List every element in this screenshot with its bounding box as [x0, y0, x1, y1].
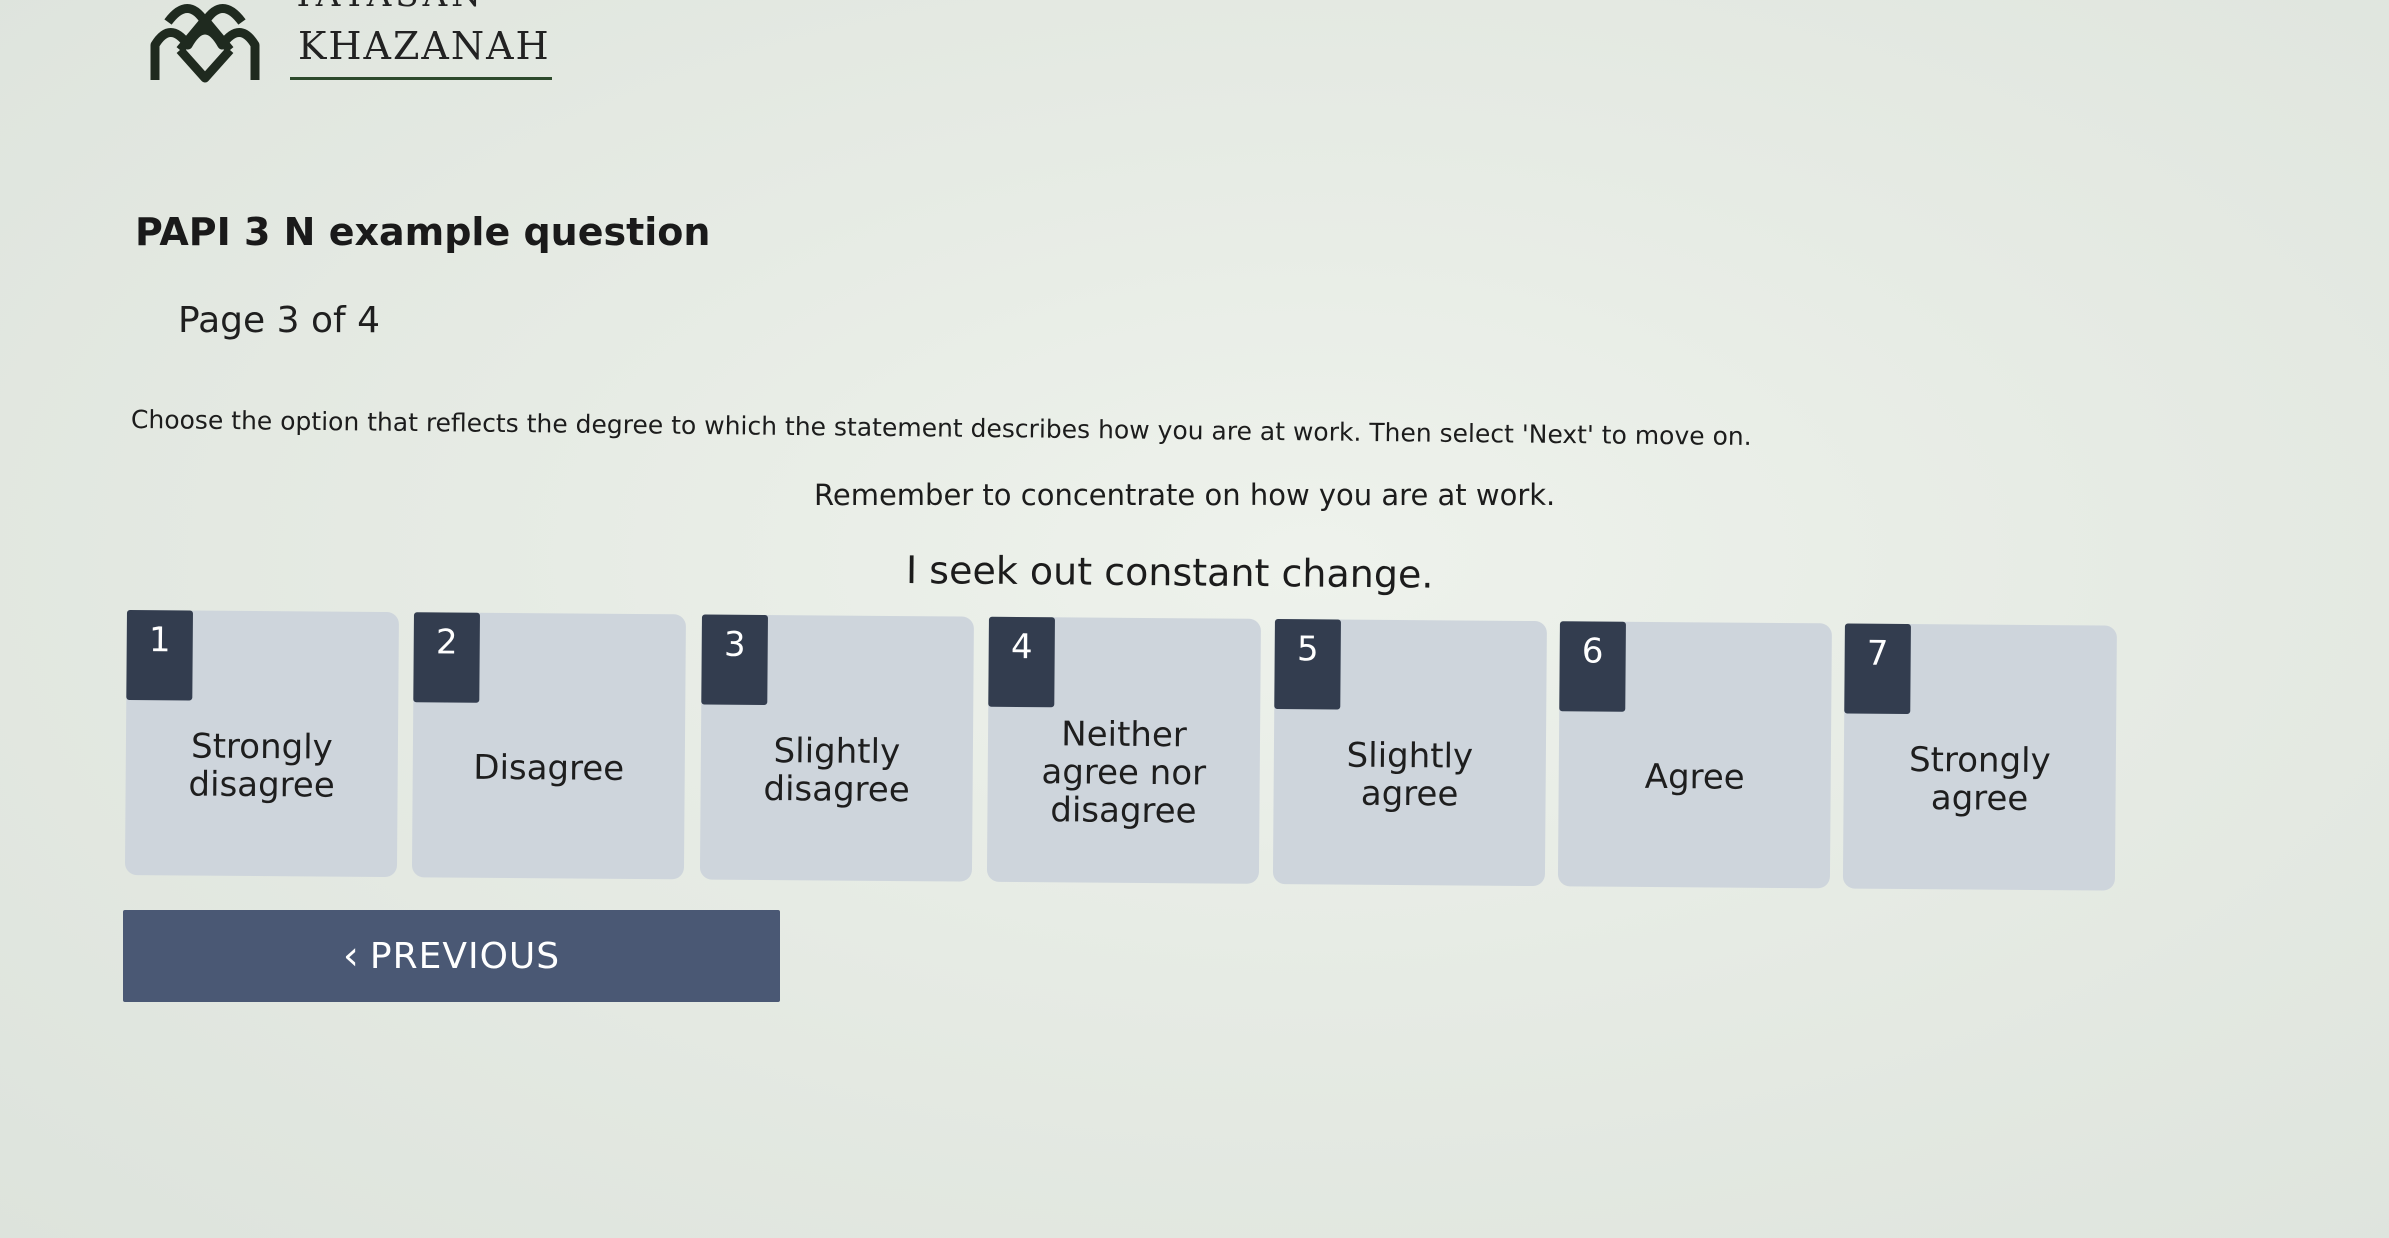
question-statement: I seek out constant change.: [905, 548, 1434, 597]
page-indicator: Page 3 of 4: [178, 300, 380, 341]
instructions-text: Choose the option that reflects the degr…: [130, 405, 1752, 451]
khazanah-emblem-icon: [150, 4, 260, 83]
option-slightly-agree[interactable]: 5 Slightly agree: [1272, 619, 1547, 887]
option-label: Disagree: [473, 747, 625, 789]
likert-scale: 1 Strongly disagree 2 Disagree 3 Slightl…: [124, 610, 2127, 926]
khazanah-logo: YAYASAN KHAZANAH: [150, 0, 570, 100]
page-title: PAPI 3 N example question: [135, 210, 711, 254]
option-label: Agree: [1644, 756, 1745, 798]
logo-text-top: YAYASAN: [292, 0, 485, 12]
option-slightly-disagree[interactable]: 3 Slightly disagree: [699, 614, 974, 882]
option-strongly-disagree[interactable]: 1 Strongly disagree: [124, 610, 399, 878]
reminder-text: Remember to concentrate on how you are a…: [814, 478, 1556, 512]
option-number-badge: 1: [126, 610, 193, 701]
option-number-badge: 7: [1844, 623, 1911, 715]
option-label: Strongly disagree: [188, 726, 335, 806]
option-number-badge: 6: [1559, 621, 1626, 712]
previous-button[interactable]: ‹ PREVIOUS: [123, 910, 780, 1002]
logo-text-khazanah: KHAZANAH: [298, 24, 551, 68]
option-number-badge: 2: [413, 612, 480, 703]
option-neither-agree-nor-disagree[interactable]: 4 Neither agree nor disagree: [986, 616, 1261, 884]
option-label: Slightly disagree: [763, 731, 910, 811]
option-number-badge: 4: [988, 616, 1055, 708]
option-number-badge: 5: [1274, 619, 1341, 710]
option-label: Slightly agree: [1346, 735, 1474, 815]
option-disagree[interactable]: 2 Disagree: [411, 612, 686, 880]
option-strongly-agree[interactable]: 7 Strongly agree: [1842, 623, 2117, 891]
logo-underline: [290, 77, 552, 80]
option-label: Neither agree nor disagree: [1041, 714, 1207, 832]
previous-button-label: PREVIOUS: [369, 935, 561, 977]
option-number-badge: 3: [701, 614, 768, 706]
chevron-left-icon: ‹: [342, 933, 360, 979]
option-label: Strongly agree: [1908, 740, 2051, 819]
option-agree[interactable]: 6 Agree: [1557, 621, 1832, 889]
